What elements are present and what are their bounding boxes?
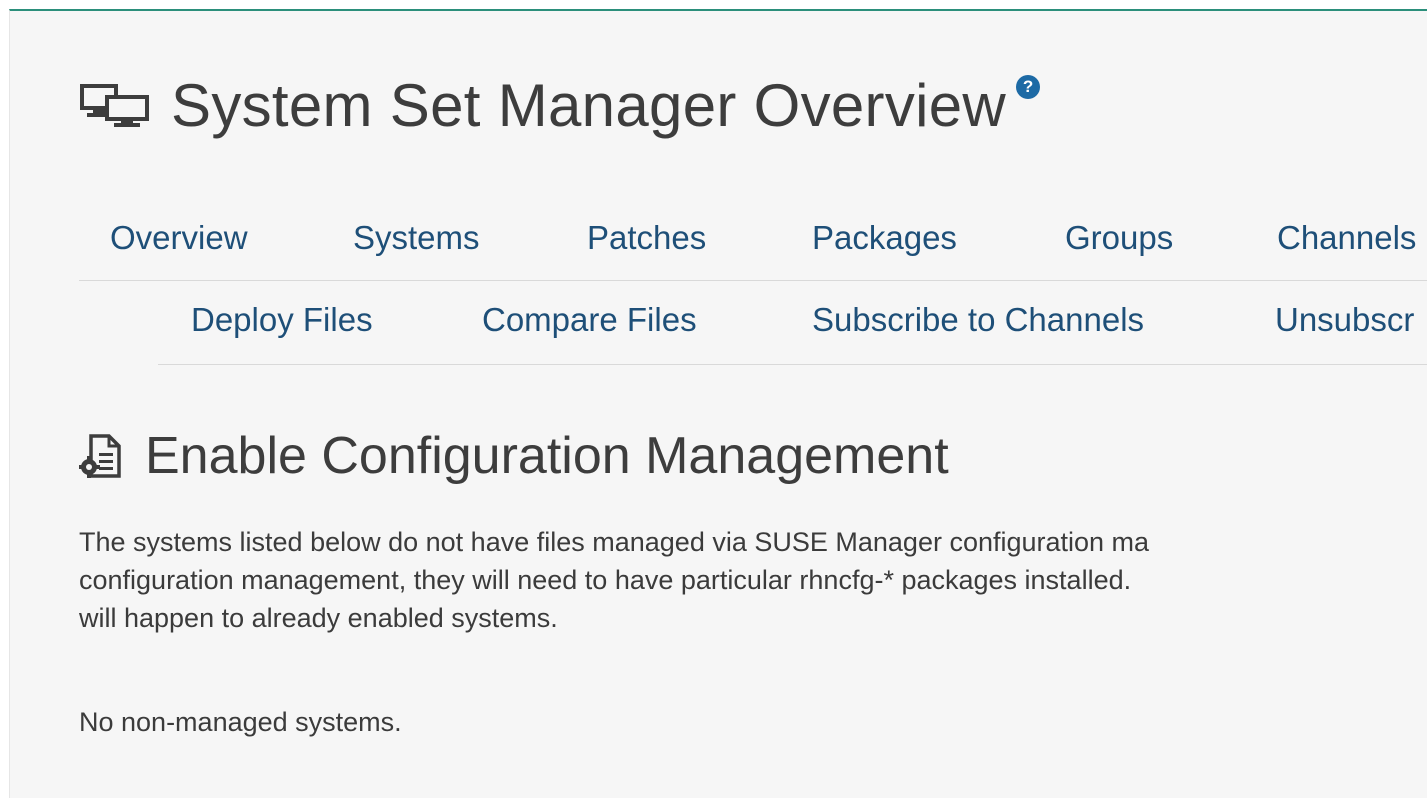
tab-groups[interactable]: Groups (1065, 219, 1173, 257)
description-line: configuration management, they will need… (79, 565, 1132, 595)
tab-patches[interactable]: Patches (587, 219, 706, 257)
empty-state-message: No non-managed systems. (79, 707, 402, 737)
tab-subscribe-to-channels[interactable]: Subscribe to Channels (812, 301, 1144, 339)
tab-channels[interactable]: Channels (1277, 219, 1416, 257)
section-title: Enable Configuration Management (79, 421, 949, 491)
section-title-text: Enable Configuration Management (145, 427, 949, 485)
page-title: System Set Manager Overview ? (79, 65, 1041, 145)
primary-tabs: Overview Systems Patches Packages Groups… (79, 205, 1427, 281)
file-config-gear-icon (79, 431, 145, 481)
page-title-text: System Set Manager Overview (171, 71, 1007, 139)
tab-overview[interactable]: Overview (110, 219, 248, 257)
section-description: The systems listed below do not have fil… (79, 523, 1427, 637)
content-frame: System Set Manager Overview ? Overview S… (9, 9, 1427, 798)
question-circle-icon[interactable]: ? (1016, 75, 1041, 99)
tab-compare-files[interactable]: Compare Files (482, 301, 697, 339)
tab-unsubscribe[interactable]: Unsubscr (1275, 301, 1414, 339)
description-line: will happen to already enabled systems. (79, 603, 558, 633)
desktop-systems-icon (79, 75, 171, 135)
tab-deploy-files[interactable]: Deploy Files (191, 301, 373, 339)
tab-systems[interactable]: Systems (353, 219, 480, 257)
secondary-tabs: Deploy Files Compare Files Subscribe to … (158, 287, 1427, 365)
description-line: The systems listed below do not have fil… (79, 527, 1150, 557)
tab-packages[interactable]: Packages (812, 219, 957, 257)
